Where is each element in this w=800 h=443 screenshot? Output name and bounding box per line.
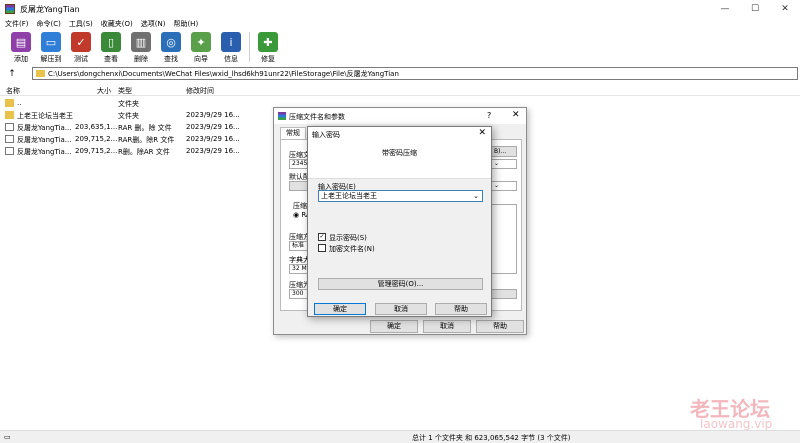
delete-label: 删除	[134, 55, 148, 63]
folder-icon	[5, 111, 14, 119]
winrar-app-icon	[5, 4, 15, 14]
extract-folder-icon: ▭	[41, 32, 61, 52]
extract-to-button[interactable]: ▭ 解压到	[36, 29, 66, 66]
list-item[interactable]: 反屠龙YangTia... 209,715,2... R删。除AR 文件 202…	[0, 145, 270, 157]
up-arrow-icon[interactable]: ↑	[0, 69, 24, 79]
column-type[interactable]: 类型	[118, 86, 132, 96]
show-password-checkbox[interactable]: ✓	[318, 233, 326, 241]
menu-options[interactable]: 选项(N)	[141, 19, 166, 29]
menu-file[interactable]: 文件(F)	[5, 19, 29, 29]
update-mode-select[interactable]: ⌄	[491, 159, 517, 169]
view-label: 查看	[104, 55, 118, 63]
repair-label: 修复	[261, 55, 275, 63]
help-question-icon[interactable]: ?	[487, 111, 491, 120]
list-item[interactable]: .. 文件夹	[0, 97, 270, 109]
drive-icon: ▭	[4, 433, 11, 441]
encrypt-names-label: 加密文件名(N)	[329, 245, 375, 253]
help-button[interactable]: 帮助	[476, 320, 524, 333]
list-item[interactable]: 反屠龙YangTia... 203,635,1... RAR 删。除 文件 20…	[0, 121, 270, 133]
column-modified[interactable]: 修改时间	[186, 86, 214, 96]
wizard-button[interactable]: ✦ 向导	[186, 29, 216, 66]
test-button[interactable]: ✓ 测试	[66, 29, 96, 66]
list-item[interactable]: 上老王论坛当老王 文件夹 2023/9/29 16...	[0, 109, 270, 121]
dialog-title: 压缩文件名和参数	[289, 113, 345, 121]
ok-button[interactable]: 确定	[370, 320, 418, 333]
add-button[interactable]: ▤ 添加	[6, 29, 36, 66]
status-summary: 总计 1 个文件夹 和 623,065,542 字节 (3 个文件)	[412, 434, 571, 442]
address-bar: ↑ C:\Users\dongchenxi\Documents\WeChat F…	[0, 66, 800, 81]
show-password-label: 显示密码(S)	[329, 234, 367, 242]
profile-select[interactable]: ⌄	[491, 181, 517, 191]
close-icon[interactable]: ✕	[478, 128, 486, 138]
info-icon: i	[221, 32, 241, 52]
add-label: 添加	[14, 55, 28, 63]
delete-button[interactable]: ▥ 删除	[126, 29, 156, 66]
set-password-button[interactable]	[491, 289, 517, 299]
toolbar: ▤ 添加 ▭ 解压到 ✓ 测试 ▯ 查看 ▥ 删除 ◎ 查找 ✦ 向导 i 信息…	[0, 29, 800, 66]
test-label: 测试	[74, 55, 88, 63]
find-button[interactable]: ◎ 查找	[156, 29, 186, 66]
maximize-button[interactable]: ☐	[740, 0, 770, 18]
watermark-url: laowang.vip	[700, 417, 773, 431]
title-bar: 反屠龙YangTian — ☐ ✕	[0, 0, 800, 18]
path-text: C:\Users\dongchenxi\Documents\WeChat Fil…	[48, 69, 399, 78]
folder-icon	[36, 70, 45, 77]
dialog-header: 带密码压缩	[308, 141, 491, 179]
dialog-title-bar: 压缩文件名和参数 ? ✕	[274, 108, 526, 124]
repair-icon: ✚	[258, 32, 278, 52]
path-field[interactable]: C:\Users\dongchenxi\Documents\WeChat Fil…	[32, 67, 798, 80]
menu-bar: 文件(F) 命令(C) 工具(S) 收藏夹(O) 选项(N) 帮助(H)	[0, 18, 800, 29]
info-label: 信息	[224, 55, 238, 63]
close-button[interactable]: ✕	[770, 0, 800, 18]
dialog-title-bar: 输入密码 ✕	[308, 127, 491, 141]
winrar-app-icon	[278, 112, 286, 120]
menu-tools[interactable]: 工具(S)	[69, 19, 93, 29]
cancel-button[interactable]: 取消	[375, 303, 427, 315]
extract-to-label: 解压到	[40, 55, 62, 63]
rar-file-icon	[5, 135, 14, 143]
view-book-icon: ▯	[101, 32, 121, 52]
list-item[interactable]: 反屠龙YangTia... 209,715,2... RAR删。除R 文件 20…	[0, 133, 270, 145]
window-title: 反屠龙YangTian	[20, 4, 80, 14]
close-icon[interactable]: ✕	[512, 110, 520, 120]
tab-general[interactable]: 常规	[280, 127, 306, 139]
rar-file-icon	[5, 123, 14, 131]
column-name[interactable]: 名称	[6, 86, 20, 96]
wizard-label: 向导	[194, 55, 208, 63]
column-size[interactable]: 大小	[97, 86, 111, 96]
delete-bin-icon: ▥	[131, 32, 151, 52]
cancel-button[interactable]: 取消	[423, 320, 471, 333]
menu-favorites[interactable]: 收藏夹(O)	[101, 19, 133, 29]
status-bar: ▭ 总计 1 个文件夹 和 623,065,542 字节 (3 个文件)	[0, 430, 800, 443]
password-value: 上老王论坛当老王	[321, 192, 377, 200]
manage-passwords-button[interactable]: 管理密码(O)...	[318, 278, 483, 290]
password-input[interactable]: 上老王论坛当老王 ⌄	[318, 190, 483, 202]
folder-icon	[5, 99, 14, 107]
dialog-title: 输入密码	[312, 131, 340, 139]
add-archive-icon: ▤	[11, 32, 31, 52]
help-button[interactable]: 帮助	[435, 303, 487, 315]
menu-help[interactable]: 帮助(H)	[173, 19, 198, 29]
test-icon: ✓	[71, 32, 91, 52]
ok-button[interactable]: 确定	[314, 303, 366, 315]
wizard-wand-icon: ✦	[191, 32, 211, 52]
menu-commands[interactable]: 命令(C)	[37, 19, 61, 29]
view-button[interactable]: ▯ 查看	[96, 29, 126, 66]
encrypt-names-checkbox[interactable]	[318, 244, 326, 252]
password-dialog: 输入密码 ✕ 带密码压缩 输入密码(E) 上老王论坛当老王 ⌄ ✓ 显示密码(S…	[307, 126, 492, 317]
list-header: 名称 大小 类型 修改时间	[0, 84, 800, 96]
rar-file-icon	[5, 147, 14, 155]
chevron-down-icon[interactable]: ⌄	[473, 191, 479, 201]
find-magnifier-icon: ◎	[161, 32, 181, 52]
browse-button[interactable]: B)...	[491, 146, 517, 157]
info-button[interactable]: i 信息	[216, 29, 246, 66]
find-label: 查找	[164, 55, 178, 63]
toolbar-separator	[249, 32, 250, 62]
minimize-button[interactable]: —	[710, 0, 740, 18]
repair-button[interactable]: ✚ 修复	[253, 29, 283, 66]
